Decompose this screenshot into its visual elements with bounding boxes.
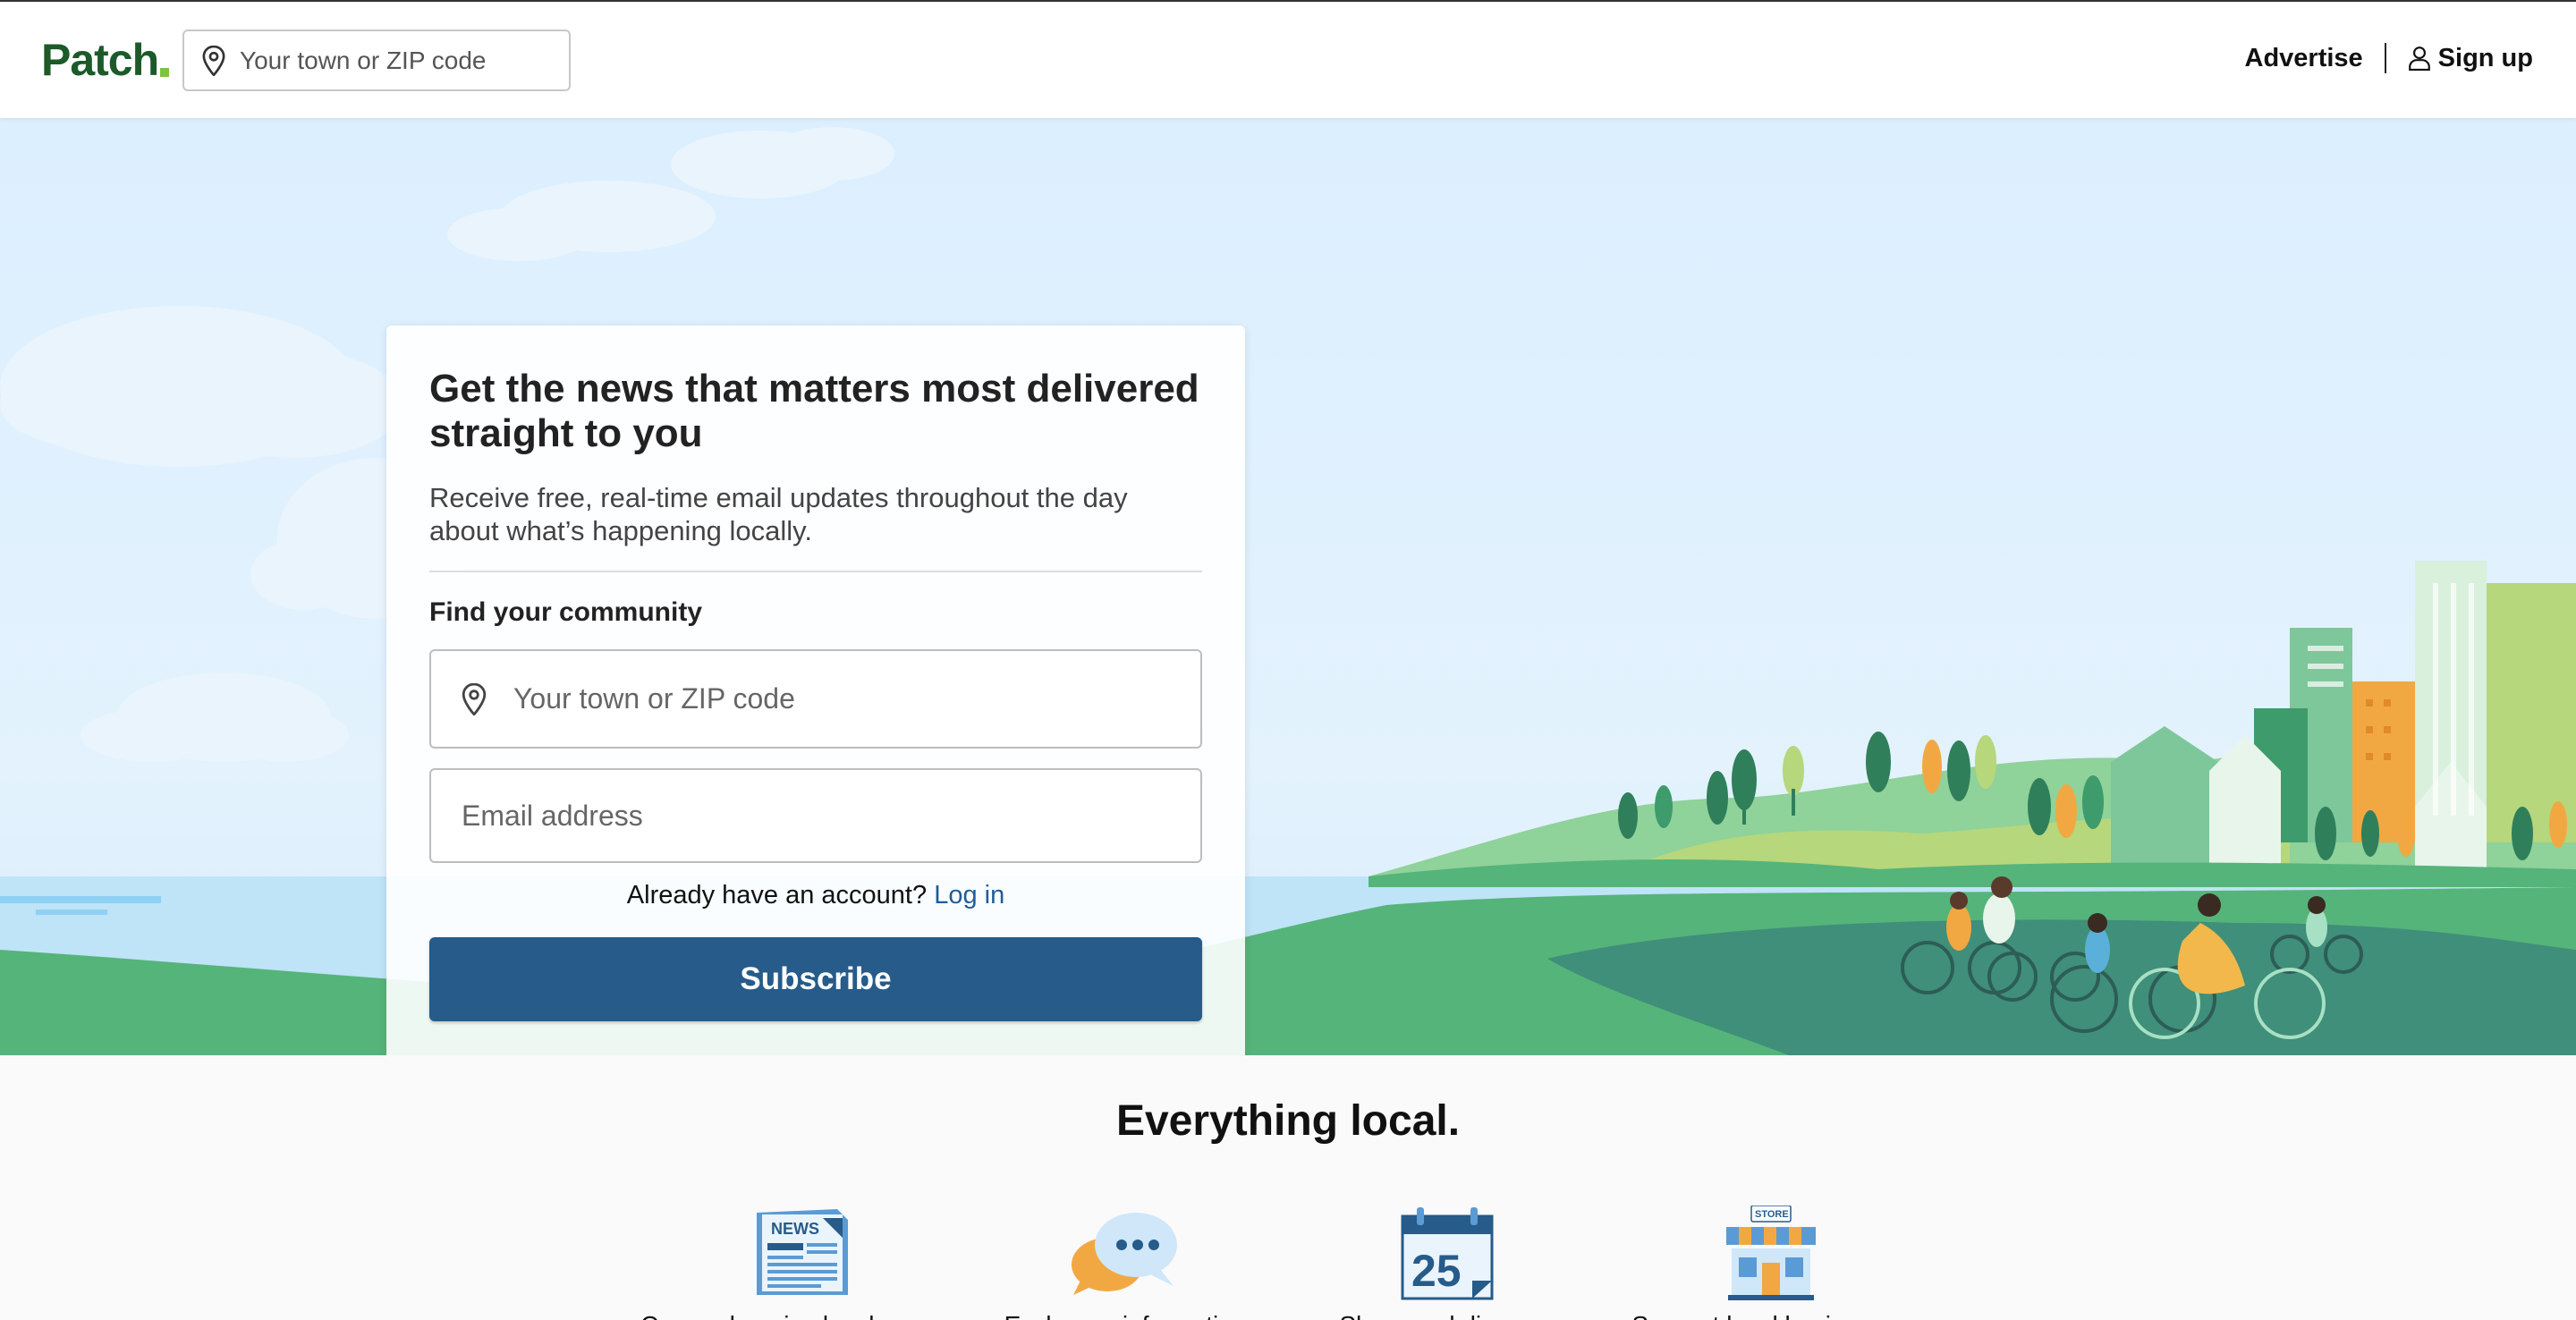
- feature-exchange: Exchange information: [964, 1206, 1286, 1320]
- card-divider: [429, 571, 1202, 572]
- hero-subtitle: Receive free, real-time email updates th…: [429, 482, 1128, 546]
- patch-logo[interactable]: Patch: [41, 34, 170, 86]
- account-text: Already have an account?: [626, 881, 928, 910]
- feature-text: Support local businesses: [1610, 1311, 1932, 1320]
- feature-text: Exchange information: [964, 1311, 1286, 1320]
- newspaper-icon: NEWS: [757, 1209, 848, 1295]
- email-field[interactable]: [429, 768, 1202, 863]
- store-badge: STORE: [1755, 1209, 1789, 1220]
- user-icon: [2408, 47, 2430, 71]
- header-actions: Advertise Sign up: [2245, 43, 2533, 73]
- feature-calendar: 25 Share and discover: [1286, 1206, 1608, 1320]
- login-link[interactable]: Log in: [934, 881, 1004, 910]
- site-header: Patch Advertise Sign up: [0, 0, 2576, 118]
- feature-store: STORE Support local businesses: [1610, 1206, 1932, 1320]
- hero-title: Get the news that matters most delivered…: [429, 367, 1199, 455]
- signup-button[interactable]: Sign up: [2408, 44, 2533, 73]
- everything-local-section: Everything local. NEWS Comprehensive loc…: [0, 1055, 2576, 1320]
- store-icon: STORE: [1726, 1206, 1816, 1300]
- email-input[interactable]: [462, 799, 1141, 833]
- logo-text: Patch: [41, 35, 159, 85]
- feature-news: NEWS Comprehensive local coverage: [640, 1206, 984, 1320]
- header-location-search[interactable]: [182, 30, 571, 91]
- hero-section: Get the news that matters most delivered…: [0, 118, 2576, 1055]
- section-title: Everything local.: [1115, 1097, 1461, 1145]
- chat-bubbles-icon: [1072, 1213, 1177, 1295]
- news-badge: NEWS: [771, 1220, 819, 1238]
- calendar-badge: 25: [1411, 1246, 1462, 1296]
- town-zip-field[interactable]: [429, 649, 1202, 749]
- location-pin-icon: [202, 45, 225, 76]
- find-community-label: Find your community: [429, 597, 703, 627]
- town-zip-input[interactable]: [513, 682, 1193, 715]
- feature-text: Comprehensive local coverage: [640, 1311, 984, 1320]
- signup-label: Sign up: [2437, 43, 2533, 72]
- login-prompt: Already have an account? Log in: [429, 881, 1202, 910]
- header-divider: [2384, 43, 2386, 73]
- calendar-icon: 25: [1401, 1207, 1494, 1300]
- header-search-input[interactable]: [240, 46, 562, 75]
- subscribe-button[interactable]: Subscribe: [429, 937, 1202, 1021]
- logo-dot: [160, 68, 170, 77]
- newsletter-signup-card: Get the news that matters most delivered…: [386, 326, 1245, 1055]
- location-pin-icon: [462, 682, 487, 715]
- feature-text: Share and discover: [1286, 1311, 1608, 1320]
- advertise-link[interactable]: Advertise: [2245, 44, 2363, 73]
